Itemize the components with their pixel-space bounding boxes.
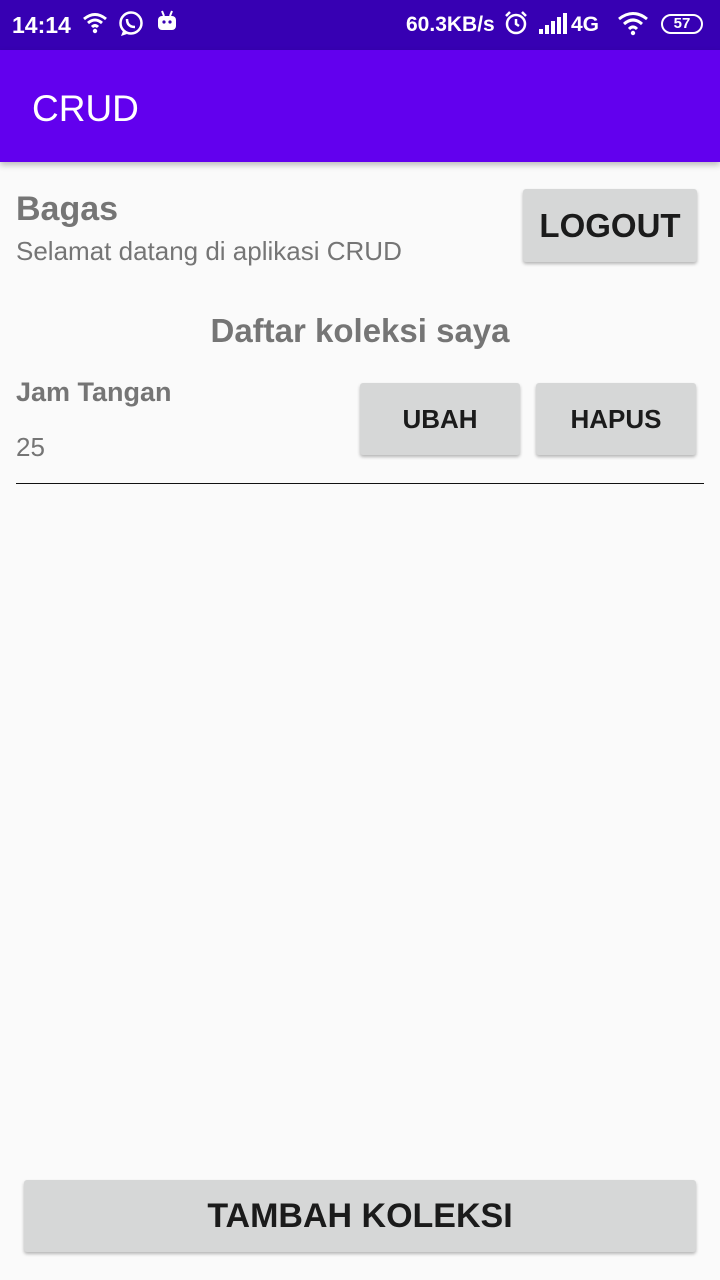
item-name: Jam Tangan [16,377,172,407]
alarm-icon [503,10,529,41]
welcome-message: Selamat datang di aplikasi CRUD [16,236,402,266]
delete-button[interactable]: HAPUS [536,383,696,455]
edit-button[interactable]: UBAH [360,383,520,455]
battery-level: 57 [673,15,691,32]
add-collection-button[interactable]: TAMBAH KOLEKSI [24,1180,696,1252]
network-type: 4G [571,13,600,36]
user-name: Bagas [16,190,119,228]
android-icon [156,10,178,39]
item-divider [16,483,704,484]
item-quantity: 25 [16,432,45,462]
wifi-icon [82,10,108,41]
whatsapp-icon [117,10,145,43]
app-title: CRUD [32,88,139,129]
status-bar: 14:14 60.3KB/s 4G 57 [0,0,720,50]
battery-indicator: 57 [661,14,703,34]
collection-list-title: Daftar koleksi saya [210,312,510,349]
logout-button[interactable]: LOGOUT [523,189,697,262]
app-bar: CRUD [0,50,720,162]
wifi-icon [617,10,649,41]
signal-icon [538,10,568,41]
status-time: 14:14 [12,12,71,38]
network-speed: 60.3KB/s [406,13,495,36]
